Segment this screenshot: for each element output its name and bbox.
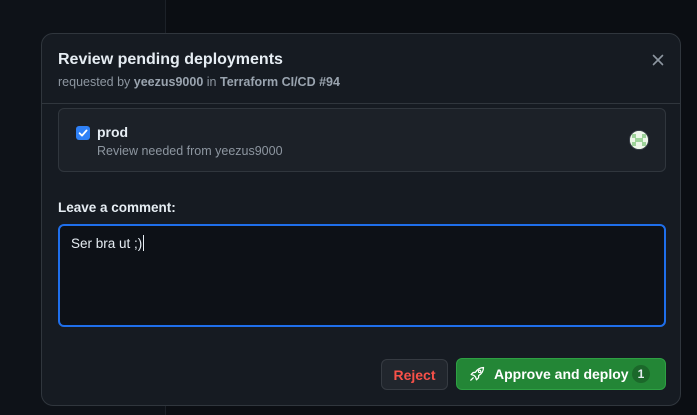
requester-name[interactable]: yeezus9000: [134, 75, 204, 89]
close-icon: [652, 54, 664, 66]
reviewer-avatar[interactable]: [629, 130, 649, 150]
workflow-run-link[interactable]: Terraform CI/CD #94: [220, 75, 340, 89]
approve-count-badge: 1: [632, 365, 650, 383]
rocket-icon: [470, 366, 485, 381]
review-deployments-dialog: Review pending deployments requested by …: [41, 33, 681, 406]
reject-button[interactable]: Reject: [381, 359, 448, 390]
comment-text: Ser bra ut ;): [71, 236, 143, 251]
subtitle-prefix: requested by: [58, 75, 131, 89]
dialog-title: Review pending deployments: [58, 51, 283, 68]
reject-button-label: Reject: [393, 366, 436, 383]
comment-textarea[interactable]: Ser bra ut ;): [58, 224, 666, 327]
environment-item: prod Review needed from yeezus9000: [58, 108, 666, 172]
environment-checkbox[interactable]: [76, 126, 90, 140]
subtitle-in: in: [206, 75, 217, 89]
identicon-avatar-icon: [630, 131, 648, 149]
dialog-subtitle: requested by yeezus9000 in Terraform CI/…: [58, 75, 340, 89]
checkmark-icon: [78, 129, 88, 137]
environment-review-text: Review needed from yeezus9000: [97, 144, 283, 158]
approve-button-label: Approve and deploy: [494, 366, 629, 382]
approve-and-deploy-button[interactable]: Approve and deploy 1: [456, 358, 666, 390]
dialog-header: Review pending deployments requested by …: [42, 34, 680, 104]
close-button[interactable]: [646, 48, 670, 72]
environment-name: prod: [97, 124, 129, 140]
text-caret: [143, 235, 145, 251]
comment-label: Leave a comment:: [58, 200, 176, 215]
